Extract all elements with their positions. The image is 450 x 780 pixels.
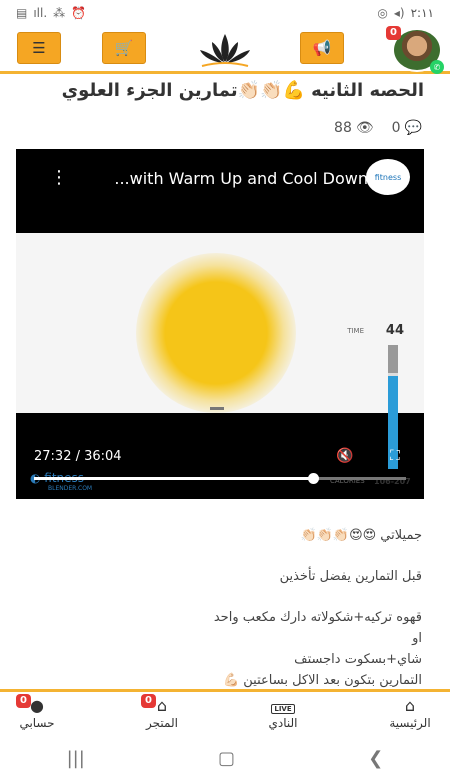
- sticker-overlay: [136, 253, 296, 413]
- avatar-badge: 0: [386, 26, 401, 40]
- back-icon[interactable]: ❮: [368, 748, 383, 769]
- post-title: الحصه الثانيه 💪👏🏻👏🏻تمارين الجزء العلوي: [61, 80, 424, 101]
- store-badge: 0: [141, 694, 156, 708]
- nav-home[interactable]: ⌂ الرئيسية: [375, 696, 445, 730]
- mute-icon[interactable]: 🔇: [336, 448, 353, 464]
- brand-sub: BLENDER.COM: [48, 485, 93, 492]
- body-line: جميلاتي 😍😍👏🏻👏🏻👏🏻: [300, 528, 422, 543]
- nav-home-label: الرئيسية: [389, 716, 431, 730]
- views-stat: 88 👁: [334, 120, 374, 136]
- comment-icon: 💬: [404, 120, 422, 136]
- nav-store-label: المتجر: [146, 716, 178, 730]
- recent-apps-icon[interactable]: |||: [67, 748, 85, 769]
- app-header: ☰ 🛒 📢 0 ✆: [0, 26, 450, 74]
- nav-club-label: النادي: [268, 716, 298, 730]
- signal-icon: ıll.: [33, 6, 48, 20]
- channel-logo[interactable]: fitness: [366, 159, 410, 195]
- nav-store[interactable]: ⌂ 0 المتجر: [127, 694, 197, 730]
- video-frame[interactable]: TIME 44 ◐ fitness BLENDER.COM CALORIES 1…: [16, 233, 424, 492]
- profile-avatar-button[interactable]: 0 ✆: [386, 26, 446, 74]
- progress-knob[interactable]: [308, 473, 319, 484]
- fullscreen-icon[interactable]: ⛶: [390, 448, 400, 464]
- body-line: قبل التمارين يفضل تأخذين: [279, 569, 422, 584]
- video-time: 27:32 / 36:04: [34, 449, 122, 464]
- eye-icon: 👁: [355, 120, 374, 136]
- post-body: جميلاتي 😍😍👏🏻👏🏻👏🏻 قبل التمارين يفضل تأخذين…: [22, 525, 422, 691]
- fitness-blender-logo: ◐ fitness BLENDER.COM: [30, 471, 92, 492]
- alarm-icon: ⏰: [71, 6, 87, 20]
- time-value: 44: [385, 323, 404, 338]
- post-stats: 88 👁 0 💬: [334, 120, 422, 136]
- more-options-icon[interactable]: ⋮: [50, 167, 68, 188]
- status-time: ٢:١١: [410, 6, 434, 20]
- time-label: TIME: [347, 327, 364, 335]
- body-gap: [22, 587, 422, 607]
- comments-stat[interactable]: 0 💬: [392, 120, 422, 136]
- menu-button[interactable]: ☰: [17, 32, 61, 64]
- channel-name: fitness: [374, 172, 402, 182]
- status-bar: ▤ ıll. ⁂ ⏰ ◎ ◂) ٢:١١: [0, 0, 450, 26]
- store-icon: ⌂: [156, 696, 168, 715]
- megaphone-icon: 📢: [312, 39, 332, 57]
- account-badge: 0: [16, 694, 31, 708]
- cart-icon: 🛒: [114, 39, 134, 57]
- body-line: شاي+بسكوت داجستف: [294, 652, 422, 667]
- live-icon: LIVE: [271, 696, 295, 716]
- drag-handle[interactable]: [210, 407, 224, 410]
- meter-top: [388, 345, 398, 373]
- home-button-icon[interactable]: ▢: [218, 748, 235, 769]
- gallery-icon: ▤: [16, 6, 28, 20]
- whatsapp-icon: ◎: [377, 6, 388, 20]
- home-icon: ⌂: [404, 696, 416, 715]
- system-nav: ||| ▢ ❮: [0, 737, 450, 780]
- lotus-logo[interactable]: [190, 30, 260, 70]
- body-line: او: [412, 631, 422, 646]
- video-player[interactable]: ⋮ ...with Warm Up and Cool Down fitness …: [16, 149, 424, 499]
- user-icon: ●: [30, 696, 44, 715]
- wifi-icon: ⁂: [53, 6, 66, 20]
- video-progress-bar[interactable]: [34, 473, 406, 484]
- nav-account[interactable]: ● 0 حسابي: [2, 694, 72, 730]
- status-right: ◎ ◂) ٢:١١: [377, 6, 434, 20]
- nav-account-label: حسابي: [19, 716, 55, 730]
- nav-club[interactable]: LIVE النادي: [248, 696, 318, 730]
- menu-icon: ☰: [32, 39, 46, 57]
- body-line: قهوه تركيه+شكولاته دارك مكعب واحد: [213, 610, 422, 625]
- views-count: 88: [334, 120, 352, 136]
- body-gap: [22, 546, 422, 566]
- cart-button[interactable]: 🛒: [102, 32, 146, 64]
- announcements-button[interactable]: 📢: [300, 32, 344, 64]
- body-line: التمارين بتكون بعد الاكل بساعتين 💪🏻: [222, 673, 422, 688]
- comments-count: 0: [391, 120, 401, 136]
- whatsapp-icon[interactable]: ✆: [430, 60, 444, 74]
- volume-icon: ◂): [393, 6, 405, 20]
- progress-played: [34, 477, 313, 480]
- status-left: ▤ ıll. ⁂ ⏰: [16, 6, 86, 20]
- video-title: ...with Warm Up and Cool Down: [114, 169, 368, 188]
- bottom-nav: ⌂ الرئيسية LIVE النادي ⌂ 0 المتجر ● 0 حس…: [0, 689, 450, 737]
